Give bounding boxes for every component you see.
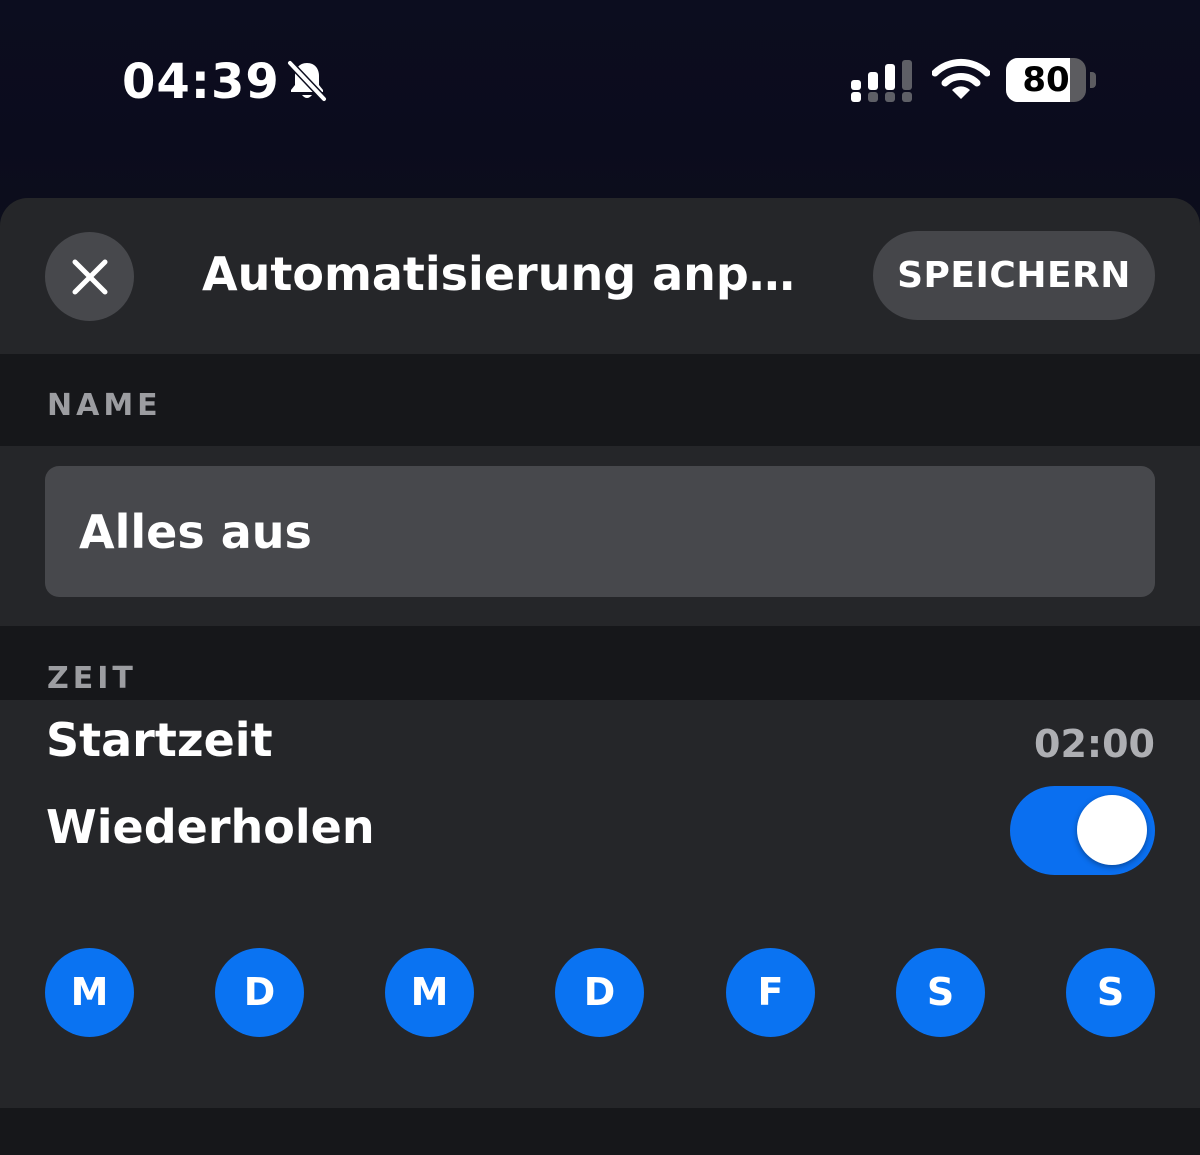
day-button-wednesday[interactable]: M (385, 948, 474, 1037)
close-button[interactable] (45, 232, 134, 321)
toggle-knob (1077, 795, 1147, 865)
cellular-signal-icon (851, 60, 912, 102)
day-button-thursday[interactable]: D (555, 948, 644, 1037)
bell-slash-icon (286, 59, 328, 103)
wifi-icon (932, 58, 990, 99)
day-button-friday[interactable]: F (726, 948, 815, 1037)
close-icon (72, 259, 107, 294)
start-time-label: Startzeit (46, 713, 273, 767)
repeat-label: Wiederholen (46, 800, 375, 854)
save-button[interactable]: SPEICHERN (873, 231, 1155, 320)
name-input[interactable]: Alles aus (45, 466, 1155, 597)
repeat-toggle[interactable] (1010, 786, 1155, 875)
page-title: Automatisierung anpas… (202, 247, 822, 301)
battery-body: 80 (1006, 58, 1086, 102)
edit-automation-sheet: Automatisierung anpas… SPEICHERN NAME Al… (0, 198, 1200, 1155)
day-button-tuesday[interactable]: D (215, 948, 304, 1037)
section-label-time: ZEIT (47, 661, 137, 696)
battery-icon: 80 (1006, 58, 1096, 104)
day-button-saturday[interactable]: S (896, 948, 985, 1037)
battery-cap (1090, 72, 1096, 88)
day-button-sunday[interactable]: S (1066, 948, 1155, 1037)
day-button-monday[interactable]: M (45, 948, 134, 1037)
name-section: Alles aus (0, 446, 1200, 626)
name-input-value: Alles aus (79, 504, 312, 559)
time-section: Startzeit 02:00 Wiederholen M D M D F S … (0, 700, 1200, 1108)
battery-level: 80 (1022, 60, 1070, 100)
start-time-row[interactable]: Startzeit 02:00 (0, 700, 1200, 786)
section-label-name: NAME (47, 388, 162, 423)
sheet-header: Automatisierung anpas… SPEICHERN (0, 198, 1200, 354)
start-time-value: 02:00 (1034, 722, 1155, 766)
status-time: 04:39 (122, 54, 280, 110)
